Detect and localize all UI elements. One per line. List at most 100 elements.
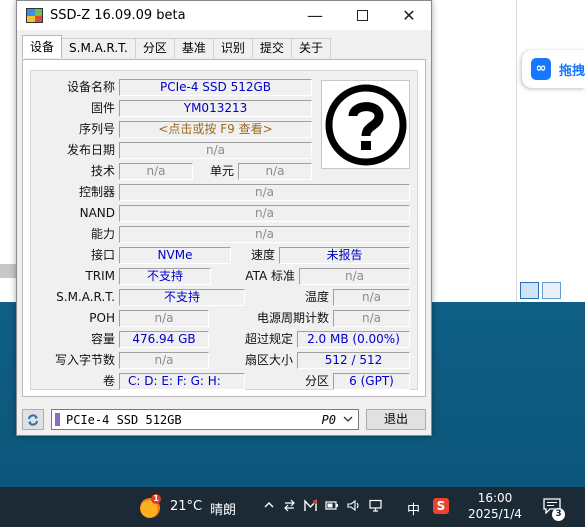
system-tray (262, 499, 383, 516)
drive-color-mark (55, 413, 60, 426)
capacity-label: 容量 (90, 332, 115, 346)
background-window-left (0, 0, 16, 302)
maximize-icon (356, 10, 368, 21)
clock-date: 2025/1/4 (468, 507, 522, 521)
bottom-bar: PCIe-4 SSD 512GB P0 退出 (22, 407, 426, 431)
tab-partition[interactable]: 分区 (134, 38, 175, 58)
background-scrollbar (0, 264, 16, 278)
refresh-button[interactable] (22, 409, 44, 430)
sogou-input-icon[interactable]: S (433, 498, 449, 514)
serial-value[interactable]: <点击或按 F9 查看> (119, 121, 312, 138)
refresh-icon (28, 413, 38, 426)
device-name-label: 设备名称 (66, 80, 115, 94)
clock-time: 16:00 (477, 491, 513, 505)
tab-benchmark[interactable]: 基准 (173, 38, 214, 58)
drive-select[interactable]: PCIe-4 SSD 512GB P0 (51, 409, 359, 430)
temperature-value: n/a (333, 289, 410, 306)
controller-value: n/a (119, 184, 410, 201)
tab-about[interactable]: 关于 (290, 38, 331, 58)
poh-value: n/a (119, 310, 209, 327)
selected-drive-port: P0 (321, 412, 336, 427)
question-mark-icon (325, 84, 406, 165)
tab-device[interactable]: 设备 (22, 35, 63, 58)
details-view-icon[interactable] (520, 282, 539, 299)
over-provision-value: 2.0 MB (0.00%) (297, 331, 410, 348)
smart-value: 不支持 (119, 289, 245, 306)
tray-display-icon[interactable] (369, 499, 383, 516)
window-title: SSD-Z 16.09.09 beta (50, 8, 186, 23)
minimize-button[interactable]: — (292, 1, 338, 30)
weather-badge: 1 (151, 494, 161, 504)
capacity-value: 476.94 GB (119, 331, 209, 348)
drag-side-button[interactable]: ∞ 拖拽 (522, 50, 585, 88)
tray-battery-icon[interactable] (325, 499, 339, 516)
partition-value: 6 (GPT) (333, 373, 410, 390)
ata-standard-value: n/a (299, 268, 410, 285)
tray-overflow-chevron-icon[interactable] (262, 499, 275, 516)
tab-smart[interactable]: S.M.A.R.T. (61, 38, 136, 58)
technology-value: n/a (119, 163, 193, 180)
ata-standard-label: ATA 标准 (245, 269, 295, 283)
chevron-down-icon[interactable] (343, 412, 353, 429)
tray-app-m-icon[interactable] (304, 499, 317, 516)
view-toggle[interactable] (520, 282, 564, 300)
tiles-view-icon[interactable] (542, 282, 561, 299)
interface-label: 接口 (90, 248, 115, 262)
release-date-label: 发布日期 (66, 143, 115, 157)
input-method-indicator[interactable]: 中 (407, 499, 420, 518)
partition-label: 分区 (304, 374, 329, 388)
interface-value: NVMe (119, 247, 231, 264)
release-date-value: n/a (119, 142, 312, 159)
weather-temperature[interactable]: 21°C (170, 499, 202, 514)
title-bar[interactable]: SSD-Z 16.09.09 beta — ✕ (17, 1, 431, 30)
background-divider (432, 0, 517, 302)
controller-label: 控制器 (78, 185, 115, 199)
capability-value: n/a (119, 226, 410, 243)
tab-identify[interactable]: 识别 (212, 38, 253, 58)
notification-count-badge: 3 (552, 508, 565, 521)
nand-value: n/a (119, 205, 410, 222)
over-provision-label: 超过规定 (244, 332, 293, 346)
power-cycle-value: n/a (333, 310, 410, 327)
ssdz-app-icon (26, 8, 43, 23)
poh-label: POH (89, 311, 115, 325)
sector-size-value: 512 / 512 (297, 352, 410, 369)
device-tab-panel: 设备名称 PCIe-4 SSD 512GB 固件 YM013213 序列号 <点… (22, 59, 426, 397)
trim-value: 不支持 (119, 268, 211, 285)
temperature-label: 温度 (304, 290, 329, 304)
tray-volume-icon[interactable] (347, 499, 361, 516)
selected-drive-name: PCIe-4 SSD 512GB (66, 412, 182, 427)
device-image (321, 80, 410, 169)
cell-value: n/a (238, 163, 312, 180)
power-cycle-label: 电源周期计数 (256, 311, 329, 325)
serial-label: 序列号 (78, 122, 115, 136)
speed-label: 速度 (250, 248, 275, 262)
cloud-app-icon: ∞ (531, 58, 551, 80)
speed-value: 未报告 (279, 247, 410, 264)
trim-label: TRIM (85, 269, 115, 283)
tab-bar: 设备 S.M.A.R.T. 分区 基准 识别 提交 关于 (22, 35, 331, 59)
nand-label: NAND (79, 206, 115, 220)
bytes-written-label: 写入字节数 (54, 353, 115, 367)
cell-label: 单元 (209, 164, 234, 178)
bytes-written-value: n/a (119, 352, 209, 369)
firmware-value: YM013213 (119, 100, 312, 117)
volume-label: 卷 (102, 374, 115, 388)
technology-label: 技术 (90, 164, 115, 178)
capability-label: 能力 (90, 227, 115, 241)
firmware-label: 固件 (90, 101, 115, 115)
taskbar: 1 21°C 晴朗 中 S 16:00 2025/1/4 3 (0, 487, 585, 527)
maximize-button[interactable] (339, 1, 385, 30)
clock[interactable]: 16:00 2025/1/4 (466, 490, 524, 522)
smart-label: S.M.A.R.T. (56, 290, 115, 304)
tab-submit[interactable]: 提交 (251, 38, 292, 58)
tray-transfer-icon[interactable] (283, 499, 296, 516)
close-button[interactable]: ✕ (386, 1, 432, 30)
device-info-group: 设备名称 PCIe-4 SSD 512GB 固件 YM013213 序列号 <点… (30, 70, 418, 390)
device-name-value: PCIe-4 SSD 512GB (119, 79, 312, 96)
volume-value: C: D: E: F: G: H: (119, 373, 245, 390)
weather-condition[interactable]: 晴朗 (210, 499, 236, 518)
drag-side-label: 拖拽 (558, 63, 585, 79)
exit-button[interactable]: 退出 (366, 409, 426, 430)
sector-size-label: 扇区大小 (244, 353, 293, 367)
